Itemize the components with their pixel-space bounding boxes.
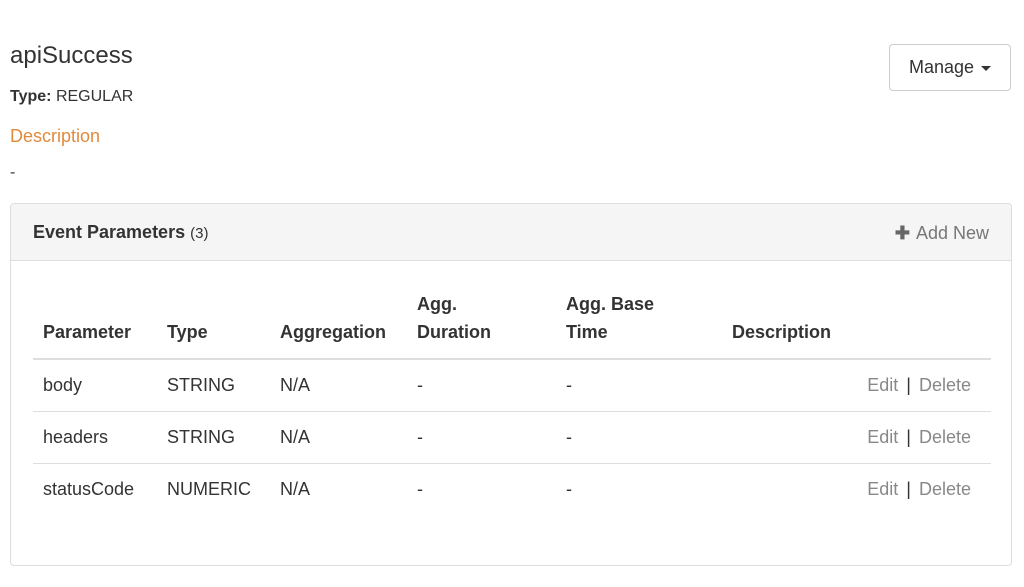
event-parameters-panel: Event Parameters (3) ✚ Add New Parameter… xyxy=(10,203,1012,566)
cell-type: STRING xyxy=(157,410,270,463)
cell-parameter: statusCode xyxy=(33,462,157,515)
cell-agg-duration: - xyxy=(407,410,556,463)
table-row: statusCode NUMERIC N/A - - Edit | Delete xyxy=(33,462,991,515)
edit-link[interactable]: Edit xyxy=(867,427,898,447)
header-type: Type xyxy=(157,290,270,360)
header-description: Description xyxy=(722,290,842,360)
panel-title-text: Event Parameters xyxy=(33,222,186,242)
header-agg-duration-line2: Duration xyxy=(417,322,491,342)
delete-link[interactable]: Delete xyxy=(919,479,971,499)
table-header-row: Parameter Type Aggregation Agg. Duration… xyxy=(33,290,991,360)
header-aggregation: Aggregation xyxy=(270,290,407,360)
cell-type: STRING xyxy=(167,374,236,395)
cell-aggregation: N/A xyxy=(280,374,311,395)
table-row: headers STRING N/A - - Edit | Delete xyxy=(33,410,991,463)
parameter-count: (3) xyxy=(190,225,209,242)
description-value: - xyxy=(10,164,16,181)
cell-description xyxy=(722,462,842,515)
cell-parameter: body xyxy=(43,374,83,395)
edit-link[interactable]: Edit xyxy=(867,479,898,499)
event-title: apiSuccess xyxy=(10,42,133,69)
header-agg-duration-line1: Agg. xyxy=(417,294,457,314)
manage-label: Manage xyxy=(908,57,975,77)
cell-agg-base-time: - xyxy=(556,410,722,463)
description-heading: Description xyxy=(10,126,101,146)
row-actions: Edit | Delete xyxy=(842,462,991,515)
cell-type: NUMERIC xyxy=(157,462,270,515)
cell-agg-duration: - xyxy=(417,374,423,395)
type-value: REGULAR xyxy=(55,88,134,105)
action-separator: | xyxy=(906,426,911,447)
parameters-table: Parameter Type Aggregation Agg. Duration… xyxy=(33,290,991,515)
plus-icon: ✚ xyxy=(894,223,910,243)
action-separator: | xyxy=(906,374,911,395)
header-agg-base-time: Agg. Base Time xyxy=(556,290,722,360)
cell-aggregation: N/A xyxy=(270,462,407,515)
table-row: body STRING N/A - - Edit | Delete xyxy=(33,359,991,411)
type-label: Type: xyxy=(10,88,52,105)
cell-description xyxy=(722,410,842,463)
header-actions xyxy=(842,290,991,360)
add-new-label: Add New xyxy=(915,223,989,243)
header-parameter: Parameter xyxy=(33,290,157,360)
event-type: Type: REGULAR xyxy=(10,88,133,106)
add-new-button[interactable]: ✚ Add New xyxy=(895,223,989,244)
manage-dropdown-button[interactable]: Manage xyxy=(889,44,1011,91)
action-separator: | xyxy=(906,478,911,499)
panel-title: Event Parameters (3) xyxy=(33,222,208,243)
cell-parameter: headers xyxy=(33,410,157,463)
header-agg-base-time-line2: Time xyxy=(566,322,608,342)
header-agg-base-time-line1: Agg. Base xyxy=(566,294,655,314)
row-actions: Edit | Delete xyxy=(842,410,991,463)
cell-description xyxy=(722,359,842,411)
row-actions: Edit | Delete xyxy=(842,359,991,411)
cell-agg-base-time: - xyxy=(566,374,572,395)
caret-down-icon xyxy=(981,66,992,71)
delete-link[interactable]: Delete xyxy=(919,427,971,447)
header-agg-duration: Agg. Duration xyxy=(407,290,556,360)
cell-aggregation: N/A xyxy=(270,410,407,463)
delete-link[interactable]: Delete xyxy=(919,375,971,395)
cell-agg-duration: - xyxy=(407,462,556,515)
cell-agg-base-time: - xyxy=(556,462,722,515)
panel-heading: Event Parameters (3) ✚ Add New xyxy=(11,204,1011,261)
edit-link[interactable]: Edit xyxy=(867,375,898,395)
